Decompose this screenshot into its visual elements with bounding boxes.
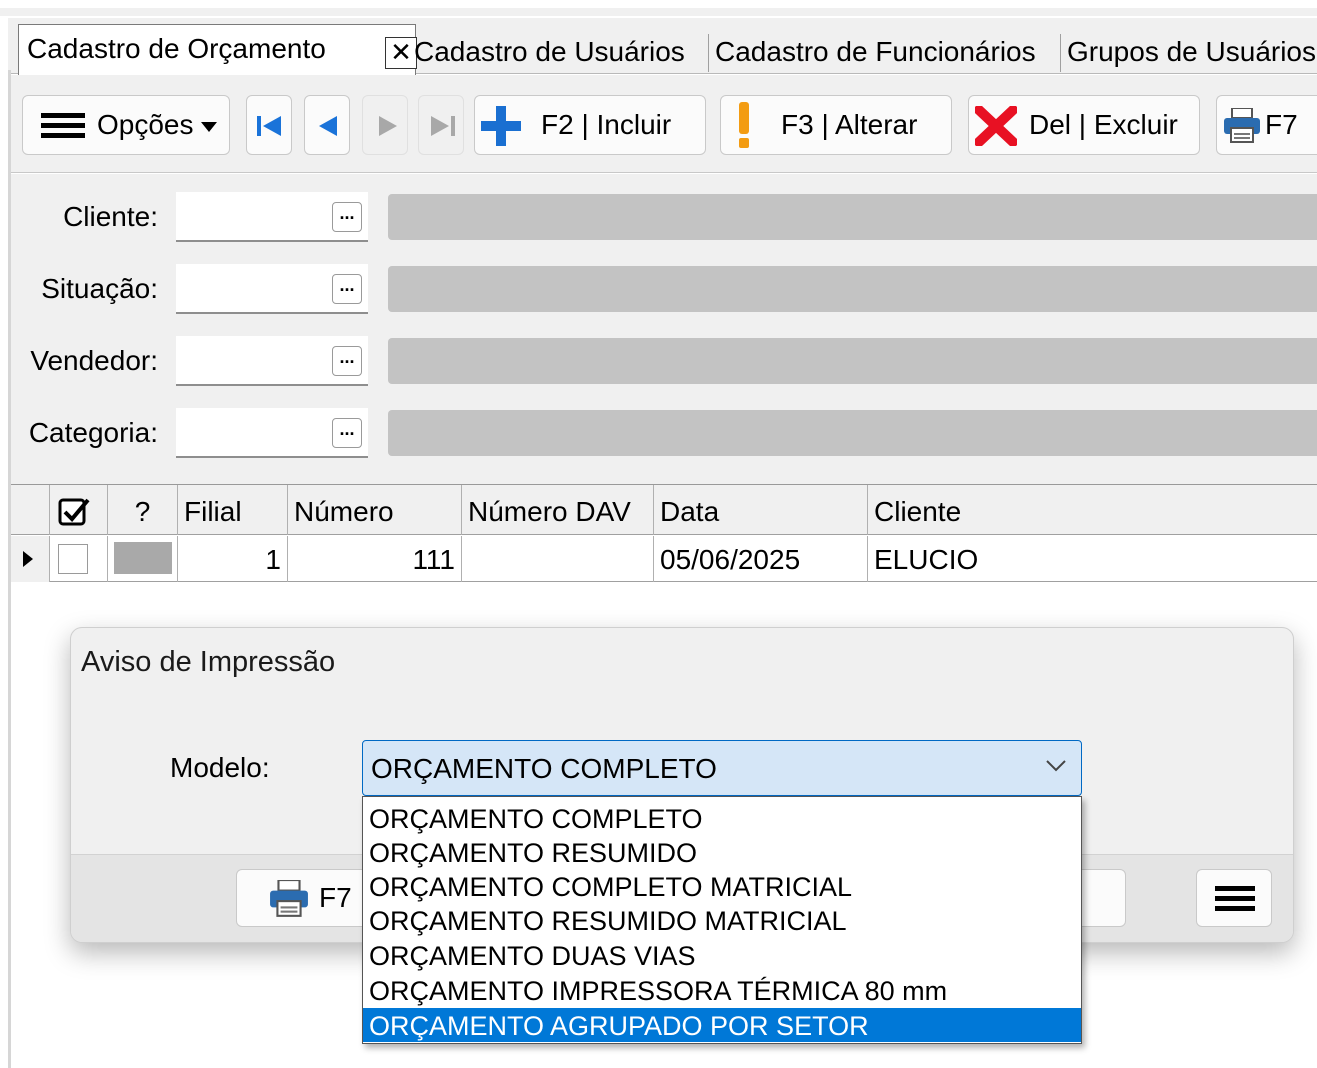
modelo-select[interactable]: ORÇAMENTO COMPLETO xyxy=(362,740,1082,796)
hamburger-icon xyxy=(1215,886,1255,911)
tab-cadastro-orcamento[interactable]: Cadastro de Orçamento ✕ xyxy=(18,24,417,76)
cell-numero: 111 xyxy=(287,536,461,582)
vendedor-lookup-button[interactable]: ... xyxy=(332,346,362,376)
dropdown-option[interactable]: ORÇAMENTO RESUMIDO xyxy=(363,835,1081,869)
previous-record-icon xyxy=(319,116,337,136)
checkbox-checked-icon xyxy=(58,498,90,526)
plus-icon xyxy=(481,106,521,146)
situacao-input[interactable]: ... xyxy=(176,264,368,314)
dropdown-option[interactable]: ORÇAMENTO RESUMIDO MATRICIAL xyxy=(363,903,1081,937)
cliente-description xyxy=(388,194,1317,240)
alter-button[interactable]: F3 | Alterar xyxy=(720,95,952,155)
tab-separator xyxy=(708,34,709,72)
first-record-button[interactable] xyxy=(246,95,292,155)
chevron-down-icon xyxy=(1046,760,1066,772)
include-button[interactable]: F2 | Incluir xyxy=(474,95,706,155)
select-all-checkbox[interactable] xyxy=(49,485,107,535)
orcamento-grid: ? Filial Número Número DAV Data Cliente … xyxy=(11,484,1317,584)
dropdown-option[interactable]: ORÇAMENTO IMPRESSORA TÉRMICA 80 mm xyxy=(363,973,1081,1007)
tab-label: Grupos de Usuários xyxy=(1067,36,1317,67)
tab-separator xyxy=(1060,34,1061,72)
filter-panel: Cliente: ... Situação: ... Vendedor: ...… xyxy=(8,174,1317,484)
row-pointer-icon xyxy=(23,551,33,567)
table-row[interactable]: 1 111 05/06/2025 ELUCIO xyxy=(11,536,1317,582)
tab-grupos-usuarios[interactable]: Grupos de Usuários xyxy=(1063,32,1316,74)
tab-label: Cadastro de Funcionários xyxy=(715,36,1036,67)
alter-label: F3 | Alterar xyxy=(781,109,918,140)
tab-label: Cadastro de Usuários xyxy=(414,36,685,67)
dropdown-option[interactable]: ORÇAMENTO COMPLETO MATRICIAL xyxy=(363,869,1081,903)
dialog-print-button[interactable]: F7 xyxy=(236,869,376,927)
cliente-lookup-button[interactable]: ... xyxy=(332,202,362,232)
situacao-label: Situação: xyxy=(41,273,158,304)
tab-cadastro-funcionarios[interactable]: Cadastro de Funcionários xyxy=(711,32,1036,74)
include-label: F2 | Incluir xyxy=(541,109,672,140)
categoria-input[interactable]: ... xyxy=(176,408,368,458)
row-indicator xyxy=(11,536,49,582)
previous-record-button[interactable] xyxy=(304,95,350,155)
delete-button[interactable]: Del | Excluir xyxy=(968,95,1200,155)
window-left-border xyxy=(8,70,11,1068)
status-swatch xyxy=(114,542,172,574)
dialog-menu-button[interactable] xyxy=(1196,869,1272,927)
situacao-lookup-button[interactable]: ... xyxy=(332,274,362,304)
window-top-border xyxy=(0,8,1317,16)
cell-data: 05/06/2025 xyxy=(653,536,867,582)
dropdown-option[interactable]: ORÇAMENTO COMPLETO xyxy=(363,801,1081,835)
vendedor-description xyxy=(388,338,1317,384)
delete-x-icon xyxy=(975,106,1017,146)
column-header-data[interactable]: Data xyxy=(653,485,867,535)
checkbox-box xyxy=(58,544,88,574)
tab-cadastro-usuarios[interactable]: Cadastro de Usuários xyxy=(410,32,685,74)
modelo-selected-value: ORÇAMENTO COMPLETO xyxy=(371,753,717,784)
dropdown-option-highlighted[interactable]: ORÇAMENTO AGRUPADO POR SETOR xyxy=(363,1008,1081,1042)
tab-label: Cadastro de Orçamento xyxy=(27,33,326,64)
toolbar: Opções F2 | Incluir F3 | Alterar Del | E… xyxy=(8,75,1317,173)
next-record-icon xyxy=(379,116,397,136)
print-button[interactable]: F7 xyxy=(1216,95,1317,155)
row-checkbox[interactable] xyxy=(49,536,107,582)
dialog-title: Aviso de Impressão xyxy=(81,646,336,678)
modelo-dropdown-list: ORÇAMENTO COMPLETO ORÇAMENTO RESUMIDO OR… xyxy=(362,796,1082,1044)
indicator-column-header xyxy=(11,485,49,535)
dropdown-option[interactable]: ORÇAMENTO DUAS VIAS xyxy=(363,938,1081,972)
tab-bar: Cadastro de Orçamento ✕ Cadastro de Usuá… xyxy=(8,18,1317,76)
exclamation-icon xyxy=(739,102,749,148)
caret-down-icon xyxy=(201,122,217,132)
last-record-button[interactable] xyxy=(418,95,464,155)
column-header-status[interactable]: ? xyxy=(107,485,177,535)
column-header-filial[interactable]: Filial xyxy=(177,485,287,535)
categoria-lookup-button[interactable]: ... xyxy=(332,418,362,448)
cell-cliente: ELUCIO xyxy=(867,536,1317,582)
grid-header: ? Filial Número Número DAV Data Cliente xyxy=(11,485,1317,535)
options-menu-button[interactable]: Opções xyxy=(22,95,230,155)
categoria-description xyxy=(388,410,1317,456)
vendedor-input[interactable]: ... xyxy=(176,336,368,386)
printer-icon xyxy=(1224,108,1260,143)
first-record-icon xyxy=(257,116,281,136)
row-status-cell xyxy=(107,536,177,582)
options-label: Opções xyxy=(97,109,194,140)
cliente-label: Cliente: xyxy=(63,201,158,232)
situacao-description xyxy=(388,266,1317,312)
next-record-button[interactable] xyxy=(362,95,408,155)
delete-label: Del | Excluir xyxy=(1029,109,1178,140)
column-header-cliente[interactable]: Cliente xyxy=(867,485,1317,535)
print-label: F7 xyxy=(1265,109,1298,140)
categoria-label: Categoria: xyxy=(28,417,158,448)
vendedor-label: Vendedor: xyxy=(30,345,158,376)
cell-numero-dav xyxy=(461,536,653,582)
cliente-input[interactable]: ... xyxy=(176,192,368,242)
printer-icon xyxy=(270,880,308,917)
column-header-numero[interactable]: Número xyxy=(287,485,461,535)
hamburger-icon xyxy=(41,113,85,138)
cell-filial: 1 xyxy=(177,536,287,582)
modelo-label: Modelo: xyxy=(170,752,270,783)
column-header-numero-dav[interactable]: Número DAV xyxy=(461,485,653,535)
last-record-icon xyxy=(431,116,455,136)
dialog-print-label: F7 xyxy=(319,882,352,913)
